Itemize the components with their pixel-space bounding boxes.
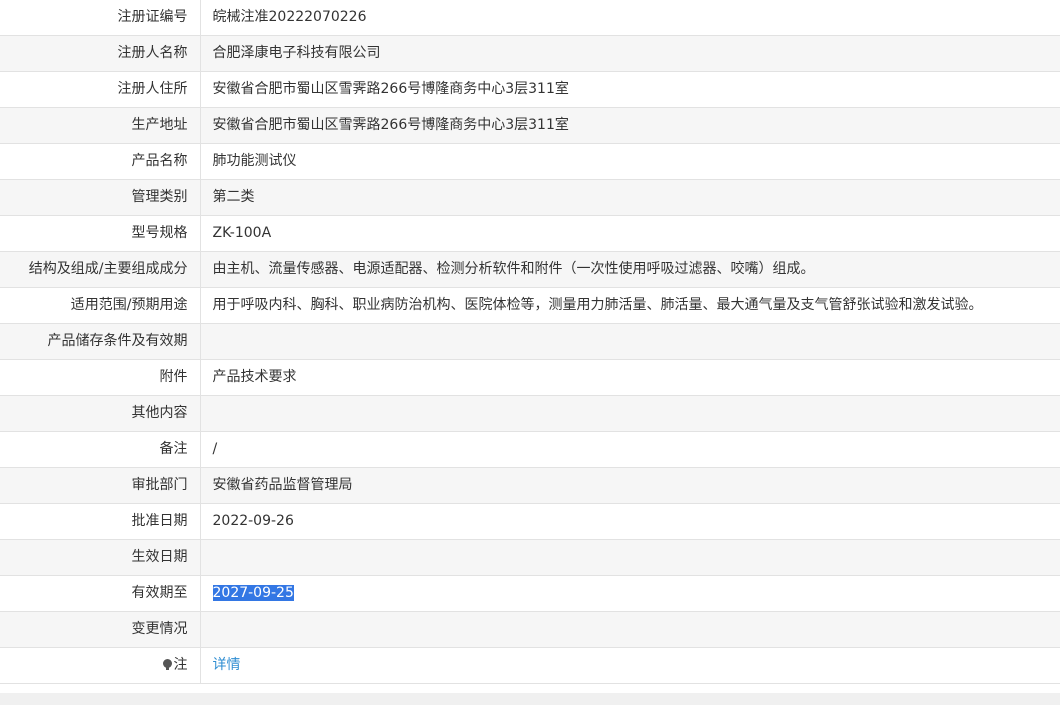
table-row: 生效日期: [0, 539, 1060, 576]
structure-composition: 由主机、流量传感器、电源适配器、检测分析软件和附件（一次性使用呼吸过滤器、咬嘴）…: [200, 251, 1060, 288]
change-history: [200, 611, 1060, 648]
management-category: 第二类: [200, 179, 1060, 216]
table-row: 注册人住所 安徽省合肥市蜀山区雪霁路266号博隆商务中心3层311室: [0, 71, 1060, 108]
row-label: 备注: [0, 431, 201, 468]
table-row: 注册证编号 皖械注准20222070226: [0, 0, 1060, 36]
table-row: 产品名称 肺功能测试仪: [0, 143, 1060, 180]
remarks: /: [200, 431, 1060, 468]
other-content: [200, 395, 1060, 432]
product-name: 肺功能测试仪: [200, 143, 1060, 180]
table-row: 有效期至 2027-09-25: [0, 575, 1060, 612]
intended-use: 用于呼吸内科、胸科、职业病防治机构、医院体检等，测量用力肺活量、肺活量、最大通气…: [200, 287, 1060, 324]
row-label: 生效日期: [0, 539, 201, 576]
attachment: 产品技术要求: [200, 359, 1060, 396]
expiry-date[interactable]: 2027-09-25: [212, 585, 294, 601]
table-row: 其他内容: [0, 395, 1060, 432]
row-label: 适用范围/预期用途: [0, 287, 201, 324]
table-row: 产品储存条件及有效期: [0, 323, 1060, 360]
row-label: 变更情况: [0, 611, 201, 648]
registration-detail-table: 注册证编号 皖械注准20222070226 注册人名称 合肥泽康电子科技有限公司 注…: [0, 0, 1060, 684]
row-label: 注册证编号: [0, 0, 201, 36]
table-row: 变更情况: [0, 611, 1060, 648]
registrant-address: 安徽省合肥市蜀山区雪霁路266号博隆商务中心3层311室: [200, 71, 1060, 108]
table-row: 适用范围/预期用途 用于呼吸内科、胸科、职业病防治机构、医院体检等，测量用力肺活量…: [0, 287, 1060, 324]
table-row: 批准日期 2022-09-26: [0, 503, 1060, 540]
registrant-name: 合肥泽康电子科技有限公司: [200, 35, 1060, 72]
storage-conditions: [200, 323, 1060, 360]
table-row: 型号规格 ZK-100A: [0, 215, 1060, 252]
table-row: 管理类别 第二类: [0, 179, 1060, 216]
row-label: 有效期至: [0, 575, 201, 612]
table-row: 备注 /: [0, 431, 1060, 468]
table-row: 注册人名称 合肥泽康电子科技有限公司: [0, 35, 1060, 72]
model-spec: ZK-100A: [200, 215, 1060, 252]
registration-number: 皖械注准20222070226: [200, 0, 1060, 36]
table-row: 审批部门 安徽省药品监督管理局: [0, 467, 1060, 504]
row-label: 注: [173, 657, 188, 673]
row-label: 管理类别: [0, 179, 201, 216]
details-link[interactable]: 详情: [213, 657, 241, 673]
lightbulb-icon: [162, 659, 172, 670]
row-label: 批准日期: [0, 503, 201, 540]
row-label: 注册人名称: [0, 35, 201, 72]
page-footer-bar: [0, 693, 1060, 705]
row-label: 型号规格: [0, 215, 201, 252]
approval-department: 安徽省药品监督管理局: [200, 467, 1060, 504]
table-row: 生产地址 安徽省合肥市蜀山区雪霁路266号博隆商务中心3层311室: [0, 107, 1060, 144]
table-row: 附件 产品技术要求: [0, 359, 1060, 396]
approval-date: 2022-09-26: [200, 503, 1060, 540]
effective-date: [200, 539, 1060, 576]
row-label: 附件: [0, 359, 201, 396]
table-row: 注 详情: [0, 647, 1060, 684]
production-address: 安徽省合肥市蜀山区雪霁路266号博隆商务中心3层311室: [200, 107, 1060, 144]
row-label: 注册人住所: [0, 71, 201, 108]
row-label: 产品名称: [0, 143, 201, 180]
row-label: 审批部门: [0, 467, 201, 504]
row-label: 结构及组成/主要组成成分: [0, 251, 201, 288]
row-label: 其他内容: [0, 395, 201, 432]
table-row: 结构及组成/主要组成成分 由主机、流量传感器、电源适配器、检测分析软件和附件（一次…: [0, 251, 1060, 288]
row-label: 生产地址: [0, 107, 201, 144]
row-label: 产品储存条件及有效期: [0, 323, 201, 360]
